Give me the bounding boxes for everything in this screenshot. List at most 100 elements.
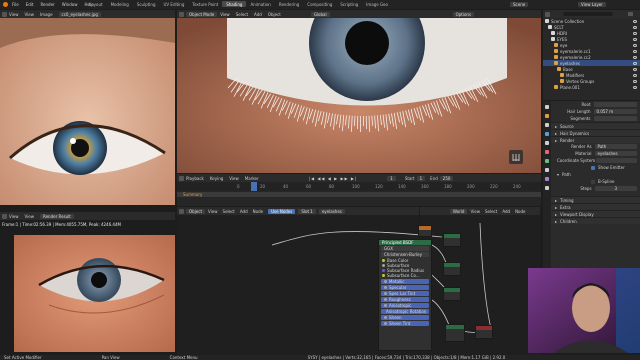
timeline-menu-marker[interactable]: Marker [245,176,259,181]
property-value[interactable]: 0.057 m [593,109,637,114]
properties-tab-icon[interactable] [545,132,549,136]
node-editor-icon[interactable] [179,208,184,214]
workspace-tab-compositing[interactable]: Compositing [303,1,336,7]
render-result-selector[interactable]: Render Result [40,213,74,219]
socket-icon[interactable] [384,322,387,325]
mix-node-1[interactable] [443,233,461,247]
image-filename[interactable]: cc0_eyelashes.jpg [58,11,101,17]
visibility-eye-icon[interactable] [633,25,637,29]
properties-tab-icon[interactable] [545,123,549,127]
section-extra[interactable]: ▸ Extra [551,203,640,210]
outliner-editor-icon[interactable] [545,11,550,17]
socket-icon[interactable] [384,280,387,283]
viewport-render[interactable] [177,18,541,173]
menu-view[interactable]: View [9,12,19,17]
visibility-eye-icon[interactable] [633,37,637,41]
menu-view-2[interactable]: View [25,12,35,17]
visibility-eye-icon[interactable] [633,55,637,59]
menu-image[interactable]: Image [40,12,53,17]
socket-icon[interactable] [382,269,385,272]
timeline-menu-keying[interactable]: Keying [210,176,223,181]
camera-nav-icon[interactable] [509,150,523,164]
visibility-eye-icon[interactable] [633,73,637,77]
blender-logo-icon[interactable] [3,2,8,7]
node-menu-add[interactable]: Add [240,209,248,214]
workspace-tab-sculpting[interactable]: Sculpting [133,1,160,7]
end-frame-field[interactable]: 250 [439,175,454,181]
render-menu-view[interactable]: View [9,214,19,219]
visibility-eye-icon[interactable] [633,67,637,71]
workspace-tab-layout[interactable]: Layout [85,1,107,7]
socket-icon[interactable] [382,264,385,267]
workspace-tab-image-geo[interactable]: Image Geo [362,1,392,7]
node-menu-select[interactable]: Select [223,209,235,214]
playback-controls-icon[interactable]: |◀ ◀◀ ◀ ▶ ▶▶ ▶| [309,176,358,181]
scene-selector[interactable]: Scene [510,2,529,7]
principled-node-header[interactable]: Principled BSDF [379,240,431,245]
mix-node-2[interactable] [443,262,461,276]
properties-tab-icon[interactable] [545,150,549,154]
node-input-row[interactable]: Metallic [381,279,429,284]
outliner-row[interactable]: Plane.001 [543,84,640,90]
section-viewport-display[interactable]: ▸ Viewport Display [551,210,640,217]
material-dropdown[interactable]: eyelashes [594,151,637,156]
section-source[interactable]: ▸ Source [551,122,640,129]
socket-icon[interactable] [382,259,385,262]
visibility-eye-icon[interactable] [633,31,637,35]
slot-selector[interactable]: Slot 1 [298,208,316,214]
principled-bsdf-node[interactable]: Principled BSDF GGX Christensen-Burley Bas… [378,239,432,351]
visibility-eye-icon[interactable] [633,85,637,89]
socket-icon[interactable] [384,304,387,307]
timeline-body[interactable]: 0 20 40 60 80 100 120 140 160 180 200 220 240 Summar… [177,182,541,206]
mix-node-4[interactable] [445,324,465,342]
show-emitter-checkbox[interactable] [591,165,595,170]
bspline-checkbox[interactable] [591,179,595,184]
render-editor-icon[interactable] [2,213,7,219]
start-frame-field[interactable]: 1 [416,175,426,181]
property-value[interactable] [593,116,637,121]
node-menu-view[interactable]: View [208,209,218,214]
menu-file[interactable]: File [12,2,19,7]
section-hair-dynamics[interactable]: ▸ Hair Dynamics [551,129,640,136]
timeline-menu-playback[interactable]: Playback [186,176,204,181]
transform-orientation[interactable]: Global [310,11,330,17]
section-children[interactable]: ▸ Children [551,217,640,224]
path-section[interactable]: ▾ Path [551,171,640,178]
node-input-row[interactable]: Sheen [381,315,429,320]
current-frame-field[interactable]: 1 [387,175,396,181]
properties-tab-icon[interactable] [545,159,549,163]
outliner-search-icon[interactable] [563,12,613,16]
timeline-editor-icon[interactable] [179,175,184,181]
visibility-eye-icon[interactable] [633,19,637,23]
socket-icon[interactable] [384,286,387,289]
use-nodes-toggle[interactable]: Use Nodes [268,208,296,214]
node-input-row[interactable]: Anisotropic [381,303,429,308]
socket-icon[interactable] [384,292,387,295]
viewport-menu-view[interactable]: View [220,12,230,17]
node-input-row[interactable]: GGX [381,246,429,251]
properties-tab-icon[interactable] [545,177,549,181]
socket-icon[interactable] [384,298,387,301]
mode-selector[interactable]: Object Mode [186,11,218,17]
material-output-node[interactable] [475,325,493,339]
workspace-tab-animation[interactable]: Animation [246,1,274,7]
menu-edit[interactable]: Edit [26,2,34,7]
section-render[interactable]: ▸ Render [551,136,640,143]
workspace-tab-shading[interactable]: Shading [222,1,247,7]
secondary-menu-add[interactable]: Add [502,209,510,214]
material-selector[interactable]: eyelashes [318,208,345,214]
node-input-row[interactable]: Specular [381,285,429,290]
mix-node-3[interactable] [443,287,461,301]
timeline-menu-view[interactable]: View [229,176,239,181]
visibility-eye-icon[interactable] [633,49,637,53]
socket-icon[interactable] [382,274,385,277]
playhead[interactable] [251,182,257,191]
viewport-menu-select[interactable]: Select [236,12,248,17]
viewport-menu-object[interactable]: Object [268,12,281,17]
properties-tab-icon[interactable] [545,186,549,190]
workspace-tab-rendering[interactable]: Rendering [275,1,303,7]
section-timing[interactable]: ▸ Timing [551,196,640,203]
view-layer-selector[interactable]: View Layer [578,2,606,7]
visibility-eye-icon[interactable] [633,61,637,65]
property-value[interactable] [593,102,637,107]
